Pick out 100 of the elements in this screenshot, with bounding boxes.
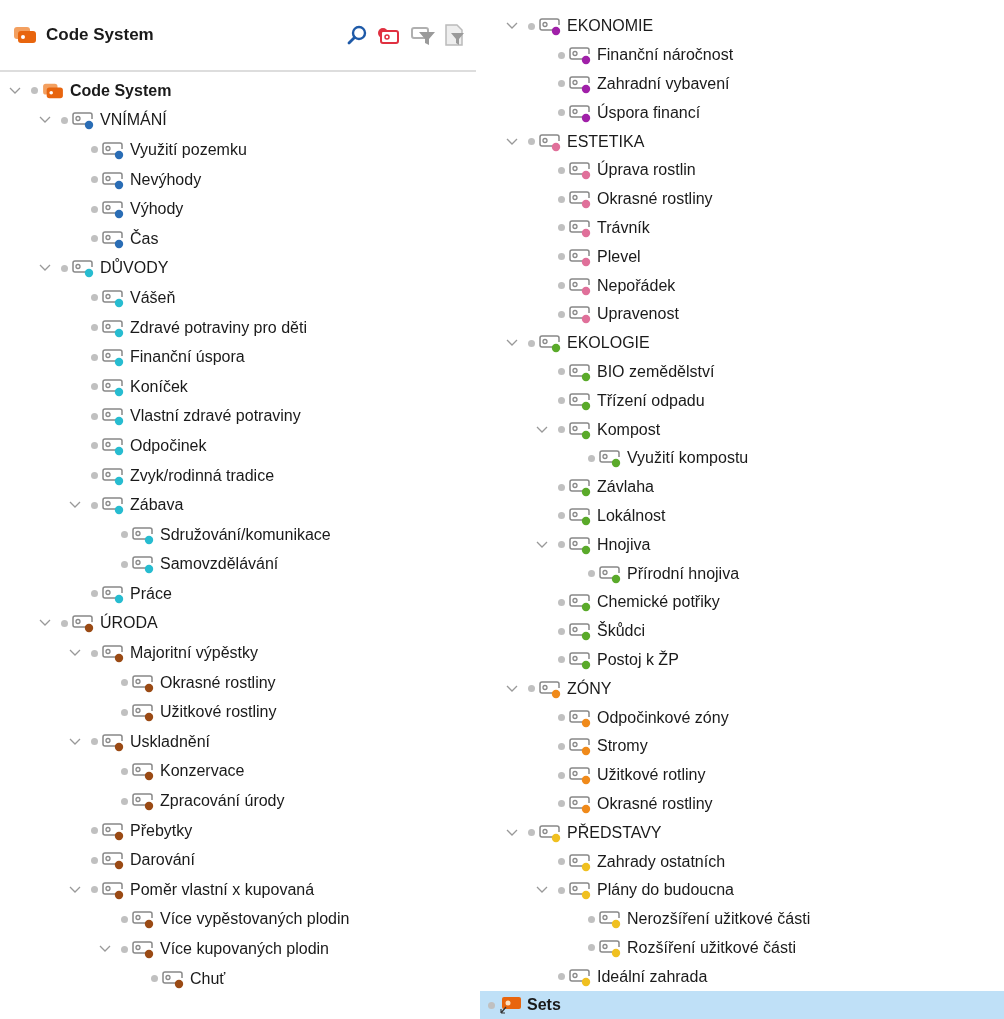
bullet-icon xyxy=(91,146,98,154)
bullet-icon xyxy=(61,116,68,124)
search-icon[interactable] xyxy=(346,24,368,46)
tree-item[interactable]: Upravenost xyxy=(498,299,1004,329)
tree-item[interactable]: Třízení odpadu xyxy=(498,386,1004,416)
tree-item[interactable]: EKONOMIE xyxy=(498,12,1004,41)
tree-item[interactable]: Okrasné rostliny xyxy=(498,789,1004,819)
tree-item[interactable]: Majoritní výpěstky xyxy=(0,638,478,668)
tree-item[interactable]: Více vypěstovaných plodin xyxy=(0,904,478,935)
document-filter-icon[interactable] xyxy=(444,23,466,47)
chevron-icon[interactable] xyxy=(506,137,518,146)
tree-item[interactable]: BIO zemědělství xyxy=(498,357,1004,387)
tree-item[interactable]: Zpracování úrody xyxy=(0,786,478,816)
tree-item[interactable]: Darování xyxy=(0,845,478,876)
tree-item[interactable]: Chuť xyxy=(0,963,478,994)
bullet-icon xyxy=(61,620,68,627)
tree-item[interactable]: EKOLOGIE xyxy=(498,328,1004,358)
tree-item[interactable]: Odpočinkové zóny xyxy=(498,703,1004,732)
bullet-icon xyxy=(558,80,565,88)
chevron-icon[interactable] xyxy=(39,619,51,628)
tree-item[interactable]: Využití pozemku xyxy=(0,135,478,165)
tree-item[interactable]: Konzervace xyxy=(0,756,478,787)
tree-item[interactable]: Okrasné rostliny xyxy=(0,667,478,698)
bullet-icon xyxy=(121,767,128,775)
tree-item[interactable]: PŘEDSTAVY xyxy=(498,818,1004,848)
tree-item[interactable]: Výhody xyxy=(0,194,478,224)
bullet-icon xyxy=(91,205,98,213)
chevron-icon[interactable] xyxy=(69,649,81,658)
tree-item[interactable]: Stromy xyxy=(498,731,1004,761)
tree-item[interactable]: Nevýhody xyxy=(0,164,478,195)
chevron-icon[interactable] xyxy=(99,945,111,953)
tree-item[interactable]: Sdružování/komunikace xyxy=(0,519,478,550)
chevron-icon[interactable] xyxy=(536,425,548,434)
chevron-icon[interactable] xyxy=(506,828,518,837)
tree-item[interactable]: Vlastní zdravé potraviny xyxy=(0,401,478,432)
tree-item[interactable]: DŮVODY xyxy=(0,253,478,284)
tree-item[interactable]: Přírodní hnojiva xyxy=(498,559,1004,588)
chevron-icon[interactable] xyxy=(506,22,518,31)
tree-item[interactable]: Zahrady ostatních xyxy=(498,847,1004,876)
chevron-icon[interactable] xyxy=(9,86,21,95)
tree-item[interactable]: Více kupovaných plodin xyxy=(0,934,478,964)
tree-item[interactable]: Koníček xyxy=(0,371,478,402)
tree-item[interactable]: ZÓNY xyxy=(498,674,1004,704)
tree-item[interactable]: Úprava rostlin xyxy=(498,156,1004,185)
tree-item[interactable]: Nepořádek xyxy=(498,271,1004,300)
bullet-icon xyxy=(558,800,565,808)
tree-item[interactable]: Zvyk/rodinná tradice xyxy=(0,460,478,491)
tree-item[interactable]: Kompost xyxy=(498,415,1004,444)
chevron-icon[interactable] xyxy=(39,116,51,125)
bullet-icon xyxy=(91,294,98,302)
tree-item[interactable]: Sets xyxy=(480,991,1004,1019)
tree-item[interactable]: Plevel xyxy=(498,242,1004,272)
tree-item[interactable]: Lokálnost xyxy=(498,501,1004,531)
chevron-icon[interactable] xyxy=(536,540,548,549)
tree-item[interactable]: Samovzdělávání xyxy=(0,549,478,580)
tree-item[interactable]: ÚRODA xyxy=(0,608,478,639)
chevron-icon[interactable] xyxy=(69,737,81,746)
tree-item[interactable]: Úspora financí xyxy=(498,98,1004,128)
tree-item[interactable]: Vášeň xyxy=(0,283,478,313)
tree-item[interactable]: Postoj k ŽP xyxy=(498,645,1004,675)
tree-item[interactable]: Poměr vlastní x kupovaná xyxy=(0,875,478,905)
tree-item[interactable]: Odpočinek xyxy=(0,431,478,461)
bullet-icon xyxy=(528,829,535,837)
tree-item[interactable]: Code System xyxy=(0,76,478,106)
chevron-icon[interactable] xyxy=(69,501,81,510)
chevron-icon[interactable] xyxy=(506,339,518,348)
bullet-icon xyxy=(558,368,565,376)
tree-item[interactable]: Zábava xyxy=(0,490,478,520)
chevron-icon[interactable] xyxy=(69,885,81,894)
tree-item[interactable]: Využití kompostu xyxy=(498,443,1004,473)
tree-item[interactable]: Čas xyxy=(0,223,478,254)
tree-item[interactable]: Přebytky xyxy=(0,815,478,846)
tree-item[interactable]: Okrasné rostliny xyxy=(498,184,1004,214)
tree-item[interactable]: Rozšíření užitkové části xyxy=(498,933,1004,963)
tree-item[interactable]: Finanční náročnost xyxy=(498,40,1004,70)
tree-item[interactable]: Zahradní vybavení xyxy=(498,69,1004,99)
tree-item[interactable]: Užitkové rostliny xyxy=(0,697,478,728)
tree-item[interactable]: Finanční úspora xyxy=(0,342,478,372)
bullet-icon xyxy=(558,483,565,491)
tree-item[interactable]: Závlaha xyxy=(498,472,1004,502)
chevron-icon[interactable] xyxy=(536,886,548,895)
bullet-icon xyxy=(488,1002,495,1009)
tree-item[interactable]: Hnojiva xyxy=(498,530,1004,560)
tree-item[interactable]: Ideální zahrada xyxy=(498,962,1004,992)
tree-item[interactable]: Nerozšíření užitkové části xyxy=(498,904,1004,934)
chevron-icon[interactable] xyxy=(506,684,518,693)
bullet-icon xyxy=(588,570,595,578)
bullet-icon xyxy=(558,714,565,721)
tree-item[interactable]: Práce xyxy=(0,579,478,609)
filter-icon[interactable] xyxy=(410,24,436,46)
tree-item[interactable]: Škůdci xyxy=(498,616,1004,646)
tree-item[interactable]: Chemické potřiky xyxy=(498,587,1004,617)
tree-item[interactable]: Plány do budoucna xyxy=(498,875,1004,905)
tree-item[interactable]: Zdravé potraviny pro děti xyxy=(0,312,478,343)
chevron-icon[interactable] xyxy=(39,264,51,273)
tree-item[interactable]: VNÍMÁNÍ xyxy=(0,105,478,136)
tree-item[interactable]: Trávník xyxy=(498,213,1004,243)
tree-item[interactable]: Užitkové rotliny xyxy=(498,760,1004,790)
tree-item[interactable]: Uskladnění xyxy=(0,727,478,757)
tree-item[interactable]: ESTETIKA xyxy=(498,127,1004,156)
